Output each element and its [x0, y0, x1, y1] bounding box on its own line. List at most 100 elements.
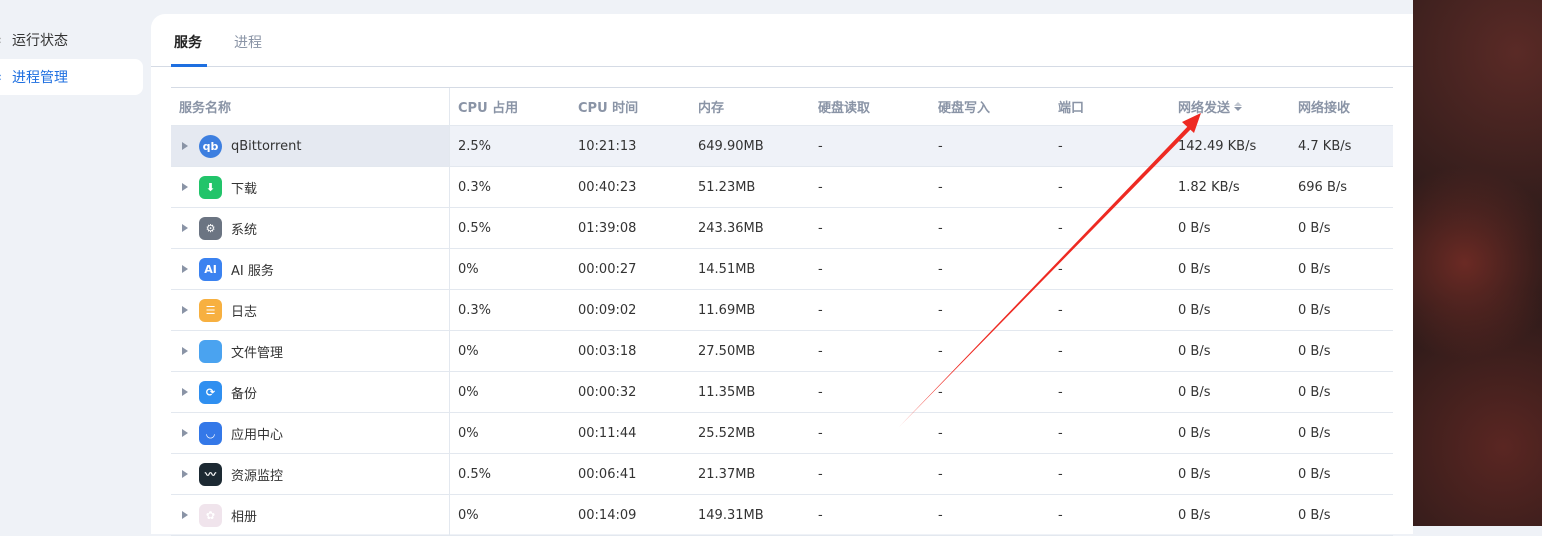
process-icon: ‹: [0, 70, 2, 84]
table-row[interactable]: ⚙ 系统 0.5% 01:39:08 243.36MB - - - 0 B/s 0 B/s: [171, 208, 1393, 249]
cell-text: -: [938, 343, 943, 359]
column-header-disk-read[interactable]: 硬盘读取: [810, 88, 930, 125]
cell-cpu-time: 00:00:27: [570, 249, 690, 289]
expand-icon[interactable]: [182, 142, 188, 150]
expand-icon[interactable]: [182, 470, 188, 478]
active-tab-indicator: [171, 64, 207, 67]
expand-icon[interactable]: [182, 511, 188, 519]
tab-processes[interactable]: 进程: [234, 32, 262, 52]
column-header-cpu-time[interactable]: CPU 时间: [570, 88, 690, 125]
cell-disk-read: -: [810, 331, 930, 371]
expand-icon[interactable]: [182, 388, 188, 396]
cell-text: 14.51MB: [698, 261, 756, 277]
cell-disk-read: -: [810, 290, 930, 330]
column-header-disk-write[interactable]: 硬盘写入: [930, 88, 1050, 125]
cell-port: -: [1050, 249, 1170, 289]
table-row[interactable]: 〰资源监控 0.5% 00:06:41 21.37MB - - - 0 B/s 0 B/s: [171, 454, 1393, 495]
sidebar-item-process-management[interactable]: ‹ 进程管理: [0, 59, 143, 95]
cell-text: 0 B/s: [1178, 507, 1211, 523]
cell-text: -: [938, 302, 943, 318]
tab-bar: 服务 进程: [151, 14, 1413, 67]
cell-text: 0%: [458, 261, 479, 277]
cell-memory: 51.23MB: [690, 167, 810, 207]
cell-net-recv: 0 B/s: [1290, 249, 1410, 289]
cell-port: -: [1050, 208, 1170, 248]
cell-text: 应用中心: [231, 427, 284, 443]
cell-text: 21.37MB: [698, 466, 756, 482]
cell-text: -: [938, 425, 943, 441]
cell-net-recv: 4.7 KB/s: [1290, 126, 1410, 166]
cell-text: -: [818, 302, 823, 318]
cell-text: 149.31MB: [698, 507, 764, 523]
expand-icon[interactable]: [182, 306, 188, 314]
download-icon: ⬇: [199, 175, 222, 199]
cell-text: 0 B/s: [1178, 425, 1211, 441]
column-header-label: 硬盘写入: [938, 101, 991, 116]
cell-disk-read: -: [810, 126, 930, 166]
expand-icon[interactable]: [182, 265, 188, 273]
cell-text: 0.3%: [458, 179, 492, 195]
expand-icon[interactable]: [182, 224, 188, 232]
cell-net-send: 0 B/s: [1170, 413, 1290, 453]
cell-text: 0%: [458, 425, 479, 441]
cell-text: AI 服务: [231, 263, 274, 279]
ai-service-icon: AI: [199, 257, 222, 281]
table-row[interactable]: ⬇ 下载 0.3% 00:40:23 51.23MB - - - 1.82 KB/s 696 B/…: [171, 167, 1393, 208]
table-row[interactable]: AI AI 服务 0% 00:00:27 14.51MB - - - 0 B/s 0 B/s: [171, 249, 1393, 290]
cell-text: 0 B/s: [1298, 507, 1331, 523]
table-row[interactable]: ✿ 相册 0% 00:14:09 149.31MB - - - 0 B/s 0 B/s: [171, 495, 1393, 536]
tab-services[interactable]: 服务: [174, 32, 202, 52]
column-header-port[interactable]: 端口: [1050, 88, 1170, 125]
table-row[interactable]: ☰ 日志 0.3% 00:09:02 11.69MB - - - 0 B/s 0 B/s: [171, 290, 1393, 331]
table-row[interactable]: 文件管理 0% 00:03:18 27.50MB - - - 0 B/s 0 B/s: [171, 331, 1393, 372]
cell-disk-write: -: [930, 290, 1050, 330]
cell-text: -: [938, 179, 943, 195]
column-header-label: 服务名称: [179, 101, 232, 116]
cell-cpu-time: 00:40:23: [570, 167, 690, 207]
column-header-memory[interactable]: 内存: [690, 88, 810, 125]
column-header-label: CPU 时间: [578, 101, 639, 116]
cell-net-send: 1.82 KB/s: [1170, 167, 1290, 207]
cell-cpu-usage: 0%: [450, 249, 570, 289]
cell-text: 0 B/s: [1298, 220, 1331, 236]
cell-text: 10:21:13: [578, 138, 637, 154]
cell-text: 25.52MB: [698, 425, 756, 441]
cell-text: 00:09:02: [578, 302, 637, 318]
cell-text: -: [818, 220, 823, 236]
cell-net-send: 0 B/s: [1170, 249, 1290, 289]
cell-cpu-usage: 0%: [450, 413, 570, 453]
cell-text: 0 B/s: [1178, 261, 1211, 277]
cell-text: 资源监控: [231, 468, 284, 484]
table-row[interactable]: ◡ 应用中心 0% 00:11:44 25.52MB - - - 0 B/s 0 B/s: [171, 413, 1393, 454]
cell-cpu-usage: 0%: [450, 495, 570, 535]
cell-memory: 243.36MB: [690, 208, 810, 248]
expand-icon[interactable]: [182, 347, 188, 355]
column-header-net-send[interactable]: 网络发送: [1170, 88, 1290, 125]
cell-service-name: ◡ 应用中心: [171, 413, 450, 453]
log-icon: ☰: [199, 298, 222, 322]
cell-text: 00:00:27: [578, 261, 637, 277]
cell-text: 696 B/s: [1298, 179, 1348, 195]
cell-service-name: ✿ 相册: [171, 495, 450, 535]
cell-cpu-usage: 0.3%: [450, 167, 570, 207]
expand-icon[interactable]: [182, 183, 188, 191]
cell-text: 0 B/s: [1178, 466, 1211, 482]
sidebar-item-status[interactable]: ‹ 运行状态: [0, 22, 143, 58]
column-header-net-recv[interactable]: 网络接收: [1290, 88, 1410, 125]
sidebar: ‹ 运行状态 ‹ 进程管理: [0, 0, 151, 526]
table-row[interactable]: qb qBittorrent 2.5% 10:21:13 649.90MB - - - 142.…: [171, 126, 1393, 167]
sort-icon[interactable]: [1234, 102, 1243, 111]
column-header-cpu-usage[interactable]: CPU 占用: [450, 88, 570, 125]
cell-text: 00:40:23: [578, 179, 637, 195]
cell-text: 00:00:32: [578, 384, 637, 400]
cell-text: -: [818, 138, 823, 154]
column-header-service-name[interactable]: 服务名称: [171, 88, 450, 125]
system-gear-icon: ⚙: [199, 216, 222, 240]
expand-icon[interactable]: [182, 429, 188, 437]
cell-text: -: [938, 261, 943, 277]
table-row[interactable]: ⟳ 备份 0% 00:00:32 11.35MB - - - 0 B/s 0 B/s: [171, 372, 1393, 413]
cell-net-send: 0 B/s: [1170, 331, 1290, 371]
services-table: 服务名称 CPU 占用 CPU 时间 内存 硬盘读取 硬盘写入 端口 网络发送 网络接收 qb q…: [171, 87, 1393, 536]
cell-net-recv: 0 B/s: [1290, 208, 1410, 248]
main-panel: 服务 进程 服务名称 CPU 占用 CPU 时间 内存 硬盘读取 硬盘写入 端口 网络发送 网络…: [151, 14, 1413, 536]
